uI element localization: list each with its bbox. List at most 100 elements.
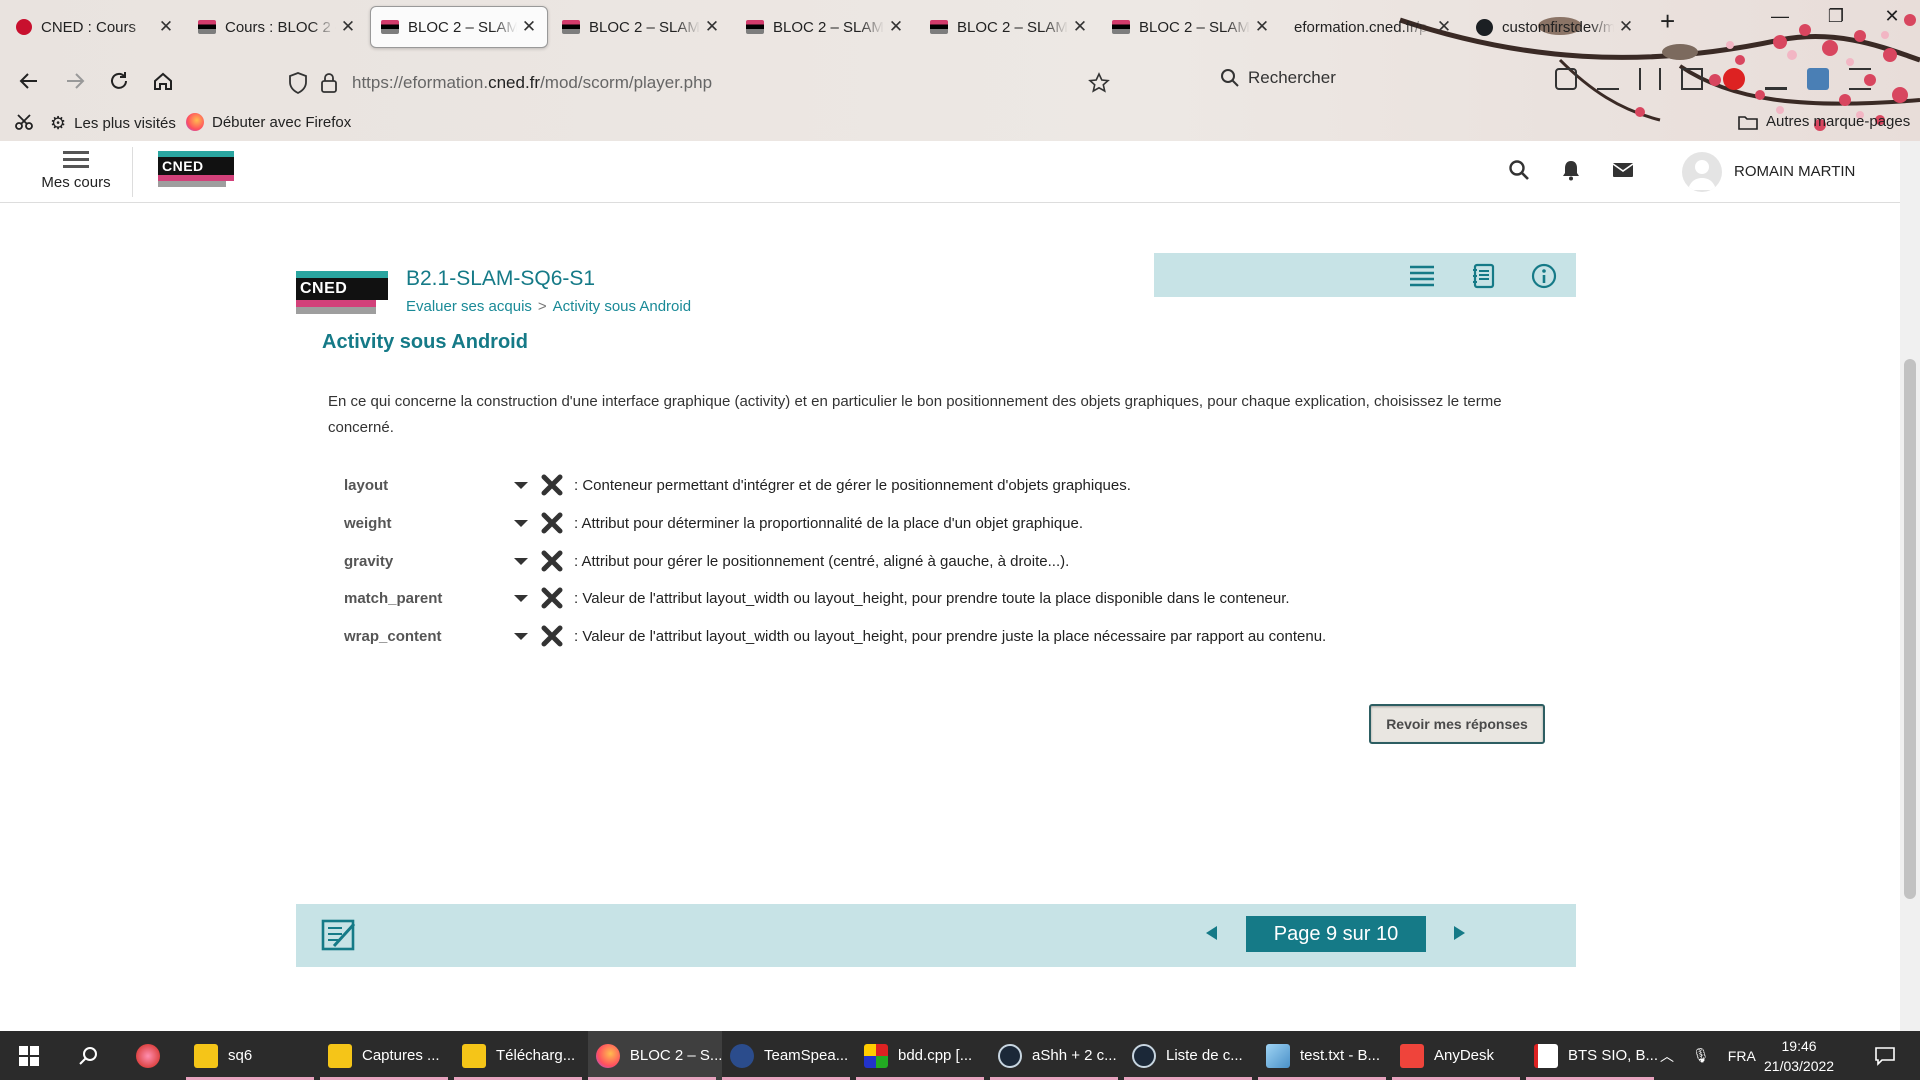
search-bar[interactable]: Rechercher — [1220, 68, 1336, 88]
close-tab-icon[interactable]: ✕ — [1618, 17, 1634, 37]
360-icon — [16, 19, 32, 35]
taskbar-app-label: AnyDesk — [1434, 1047, 1495, 1064]
extension-a-icon[interactable] — [1765, 68, 1787, 90]
browser-tab[interactable]: BLOC 2 – SLAM – ✕ — [736, 6, 914, 48]
browser-tab[interactable]: eformation.cned.fr/p ✕ — [1284, 6, 1462, 48]
home-button[interactable] — [146, 64, 180, 98]
taskbar-app[interactable]: Télécharg... — [454, 1031, 588, 1080]
forward-button[interactable] — [58, 64, 92, 98]
close-tab-icon[interactable]: ✕ — [158, 17, 174, 37]
new-tab-button[interactable]: + — [1660, 6, 1675, 37]
download-icon[interactable] — [1597, 68, 1619, 90]
url-bar[interactable]: https://eformation.cned.fr/mod/scorm/pla… — [280, 66, 1110, 100]
notifications-button[interactable] — [1866, 1031, 1896, 1080]
user-name[interactable]: ROMAIN MARTIN — [1734, 163, 1855, 180]
taskbar-app[interactable]: sq6 — [186, 1031, 320, 1080]
browser-tab[interactable]: Cours : BLOC 2 – ✕ — [188, 6, 366, 48]
previous-page-button[interactable] — [1206, 926, 1217, 940]
close-tab-icon[interactable]: ✕ — [888, 17, 904, 37]
term-definition: : Attribut pour déterminer la proportion… — [574, 514, 1084, 532]
page-scrollbar[interactable] — [1900, 141, 1920, 1031]
bell-icon[interactable] — [1560, 159, 1582, 181]
arrow-right-icon — [67, 73, 85, 89]
pocket-icon[interactable] — [1555, 68, 1577, 90]
user-icon — [1688, 160, 1716, 190]
browser-tab[interactable]: BLOC 2 – SLAM – ✕ — [1102, 6, 1280, 48]
app-menu-icon[interactable] — [1849, 68, 1871, 90]
bookmark-most-visited[interactable]: ⚙ Les plus visités — [50, 113, 176, 134]
browser-tab[interactable]: BLOC 2 – SLAM – ✕ — [920, 6, 1098, 48]
folder-icon — [1738, 115, 1758, 130]
close-tab-icon[interactable]: ✕ — [340, 17, 356, 37]
close-tab-icon[interactable]: ✕ — [1072, 17, 1088, 37]
mail-icon[interactable] — [1612, 161, 1634, 179]
start-button[interactable] — [10, 1031, 40, 1080]
term-select[interactable]: gravity — [344, 553, 528, 570]
steam-icon — [1132, 1043, 1156, 1068]
breadcrumb-item[interactable]: Activity sous Android — [553, 298, 691, 315]
browser-tab[interactable]: CNED : Cours ✕ — [6, 6, 184, 48]
language-indicator[interactable]: FRA — [1728, 1048, 1756, 1064]
cned-logo[interactable]: CNED — [158, 151, 234, 187]
bookmark-getting-started[interactable]: Débuter avec Firefox — [186, 113, 351, 131]
taskbar-app[interactable]: Captures ... — [320, 1031, 454, 1080]
notes-edit-icon[interactable] — [320, 916, 358, 954]
term-select[interactable]: layout — [344, 477, 528, 494]
scrollbar-thumb[interactable] — [1904, 359, 1916, 899]
taskbar-app[interactable]: bdd.cpp [... — [856, 1031, 990, 1080]
incorrect-x-icon — [541, 550, 563, 572]
notepad-icon — [1266, 1043, 1290, 1068]
notebook-icon[interactable] — [1470, 263, 1498, 289]
star-bookmark-icon[interactable] — [1088, 72, 1110, 94]
browser-tab[interactable]: customfirstdev/m ✕ — [1466, 6, 1644, 48]
search-icon[interactable] — [1508, 159, 1530, 181]
reload-button[interactable] — [102, 64, 136, 98]
taskbar-app[interactable]: test.txt - B... — [1258, 1031, 1392, 1080]
taskbar-app-label: aShh + 2 c... — [1032, 1047, 1117, 1064]
chevron-up-icon[interactable]: ︿ — [1660, 1046, 1674, 1066]
close-tab-icon[interactable]: ✕ — [1254, 17, 1270, 37]
maximize-button[interactable]: ❐ — [1808, 6, 1864, 27]
close-tab-icon[interactable]: ✕ — [704, 17, 720, 37]
term-select[interactable]: weight — [344, 515, 528, 532]
term-select[interactable]: match_parent — [344, 590, 528, 607]
back-button[interactable] — [12, 64, 46, 98]
bookmark-other[interactable]: Autres marque-pages — [1738, 113, 1910, 130]
review-answers-button[interactable]: Revoir mes réponses — [1369, 704, 1545, 744]
close-window-button[interactable]: ✕ — [1864, 6, 1920, 27]
table-of-contents-icon[interactable] — [1408, 263, 1436, 289]
browser-tab-active[interactable]: BLOC 2 – SLAM – ✕ — [370, 6, 548, 48]
scissors-icon — [15, 114, 33, 130]
close-tab-icon[interactable]: ✕ — [521, 17, 537, 37]
user-avatar[interactable] — [1682, 152, 1722, 192]
my-courses-menu-button[interactable]: Mes cours — [40, 147, 112, 191]
reader-view-icon[interactable] — [1681, 68, 1703, 90]
breadcrumb-item[interactable]: Evaluer ses acquis — [406, 298, 532, 315]
info-icon[interactable] — [1530, 263, 1558, 289]
taskbar-app[interactable]: BTS SIO, B... — [1526, 1031, 1660, 1080]
taskbar-app[interactable]: aShh + 2 c... — [990, 1031, 1124, 1080]
next-page-button[interactable] — [1454, 926, 1465, 940]
adblock-icon[interactable] — [1723, 68, 1745, 90]
microphone-icon[interactable]: 🎙 — [1692, 1047, 1710, 1064]
browser-tab[interactable]: BLOC 2 – SLAM – ✕ — [552, 6, 730, 48]
tab-title: BLOC 2 – SLAM – — [589, 18, 700, 36]
system-clock[interactable]: 19:46 21/03/2022 — [1764, 1036, 1834, 1076]
notification-icon — [1875, 1046, 1895, 1066]
taskbar-app-active[interactable]: BLOC 2 – S... — [588, 1031, 722, 1080]
taskbar-app[interactable]: Liste de c... — [1124, 1031, 1258, 1080]
bookmark-extension-icon[interactable] — [14, 113, 34, 131]
hamburger-icon — [63, 151, 89, 168]
paint-app-button[interactable] — [128, 1031, 170, 1080]
library-icon[interactable] — [1639, 68, 1661, 90]
term-select[interactable]: wrap_content — [344, 628, 528, 645]
search-taskbar-button[interactable] — [70, 1031, 100, 1080]
taskbar-app[interactable]: AnyDesk — [1392, 1031, 1526, 1080]
dropdown-caret-icon — [514, 594, 528, 602]
taskbar-app[interactable]: TeamSpea... — [722, 1031, 856, 1080]
pdf-icon — [1534, 1043, 1558, 1068]
codeblocks-icon — [864, 1043, 888, 1068]
extension-icon[interactable] — [1807, 68, 1829, 90]
close-tab-icon[interactable]: ✕ — [1436, 17, 1452, 37]
minimize-button[interactable]: — — [1752, 6, 1808, 27]
